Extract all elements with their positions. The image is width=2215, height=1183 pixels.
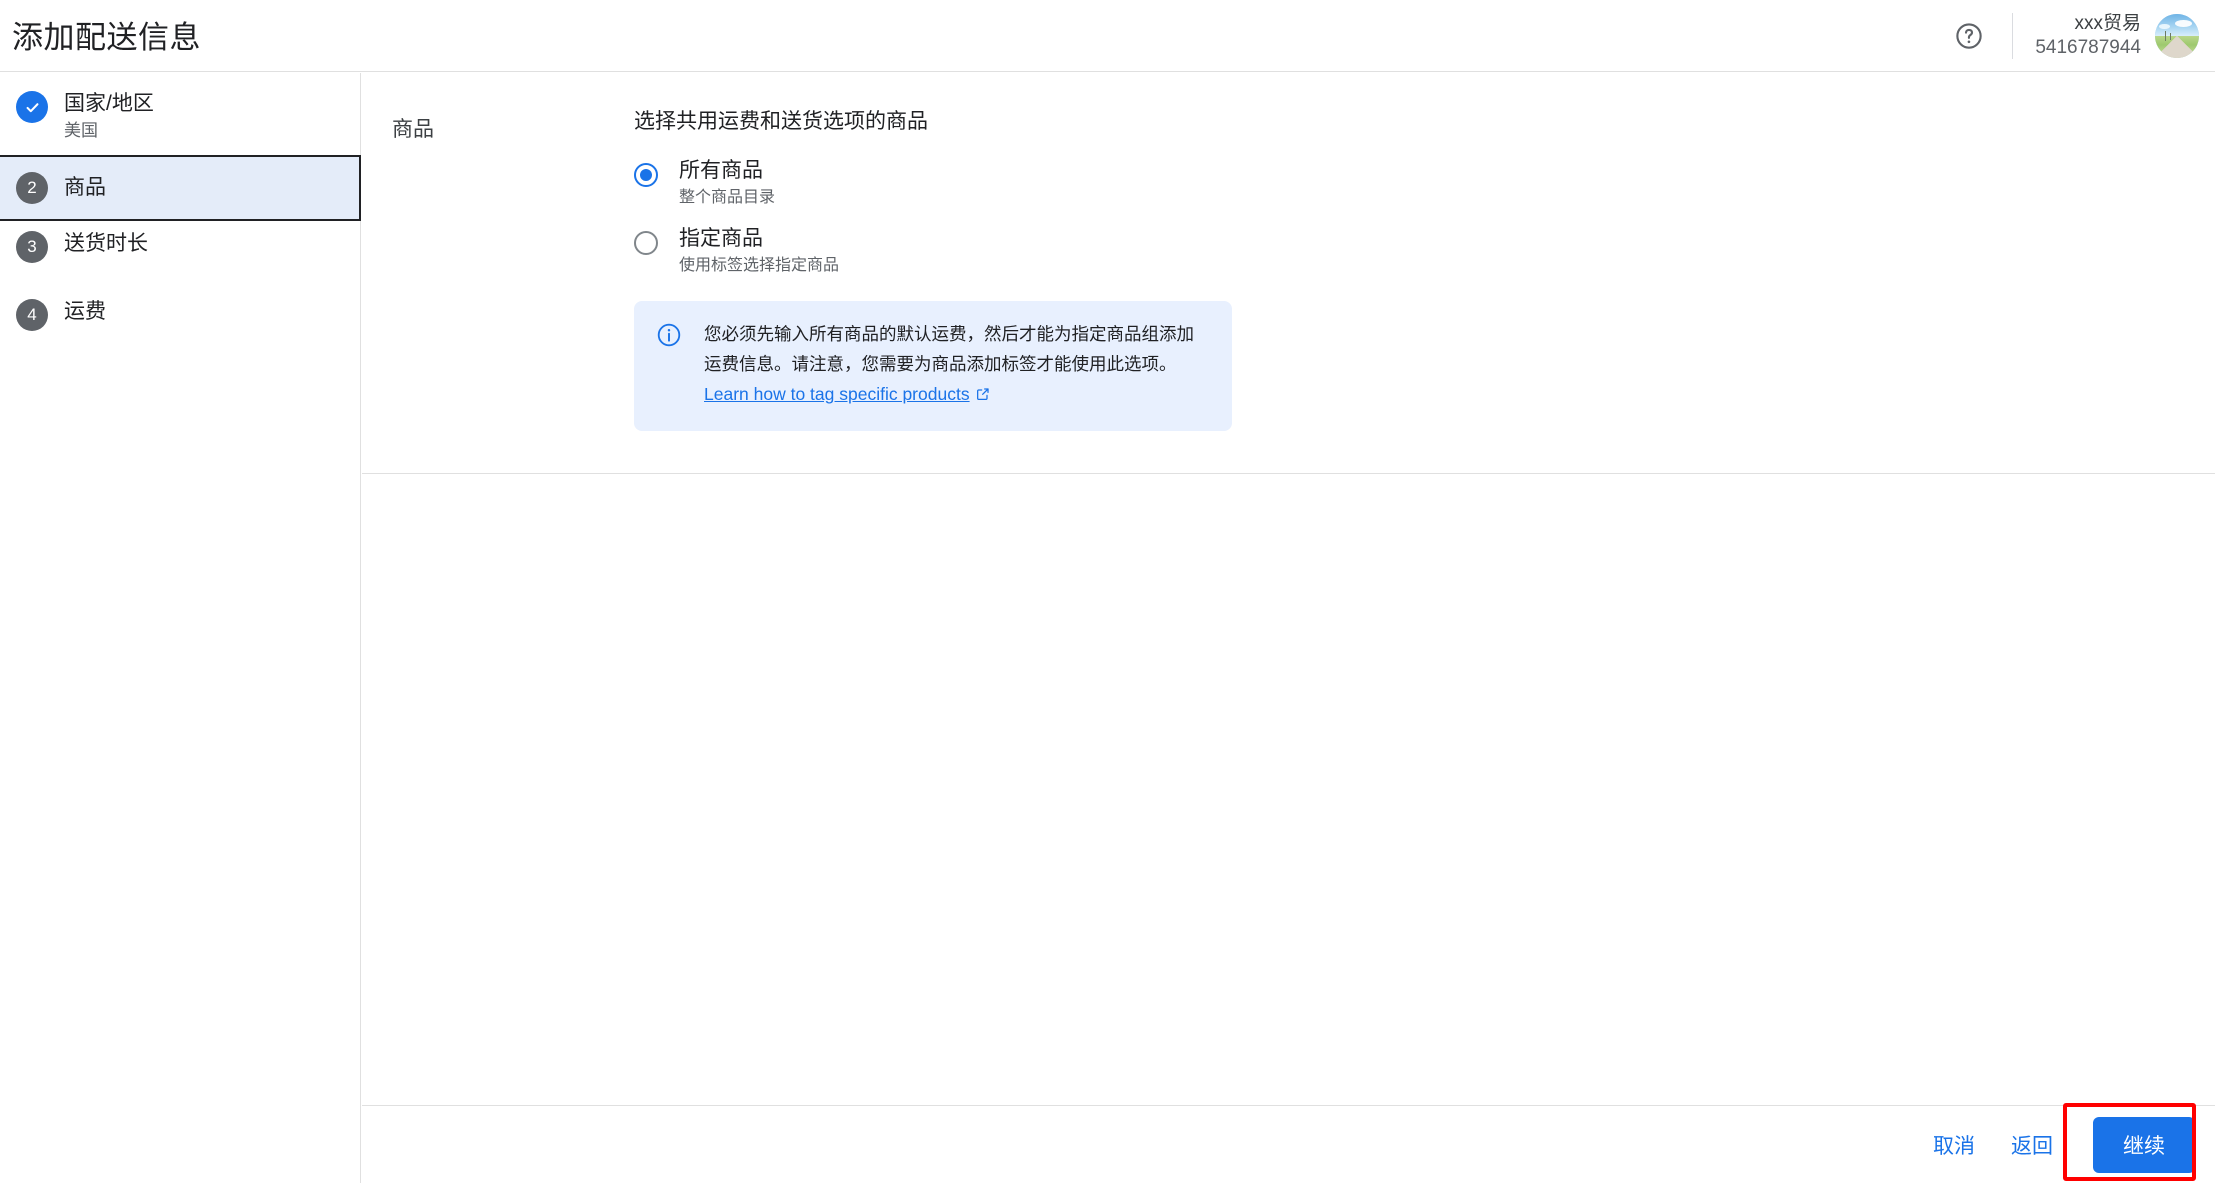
info-banner: 您必须先输入所有商品的默认运费，然后才能为指定商品组添加运费信息。请注意，您需要… [634, 301, 1232, 431]
avatar-pole [2169, 33, 2171, 40]
account-info[interactable]: xxx贸易 5416787944 [2035, 12, 2141, 60]
sidebar-step-shipping-rate[interactable]: 4 运费 [0, 295, 360, 363]
main-content: 商品 选择共用运费和送货选项的商品 所有商品 整个商品目录 指定商品 使用标签选… [362, 73, 2215, 1073]
sidebar-step-delivery-time-text: 送货时长 [64, 227, 148, 258]
learn-how-to-tag-link[interactable]: Learn how to tag specific products [704, 384, 970, 404]
sidebar-step-country-sub: 美国 [64, 121, 98, 140]
sidebar-step-country-label: 国家/地区 [64, 92, 154, 115]
radio-option-all-products[interactable]: 所有商品 整个商品目录 [634, 157, 1514, 209]
header-right-cluster: xxx贸易 5416787944 [1952, 0, 2199, 71]
step-number-badge: 2 [16, 172, 48, 204]
avatar-road [2155, 35, 2199, 58]
info-banner-text: 您必须先输入所有商品的默认运费，然后才能为指定商品组添加运费信息。请注意，您需要… [704, 319, 1210, 411]
header-divider [2012, 12, 2014, 59]
avatar-cloud-icon [2175, 19, 2192, 27]
shipping-setup-page: 添加配送信息 xxx贸易 5416787944 国家/地区 美国 2 商品 3 … [0, 0, 2215, 1183]
sidebar-step-country[interactable]: 国家/地区 美国 [0, 87, 360, 155]
help-circle-icon[interactable] [1952, 19, 1986, 53]
radio-all-products-input[interactable] [634, 163, 658, 187]
footer-action-bar: 取消 返回 继续 [362, 1105, 2215, 1183]
avatar[interactable] [2155, 13, 2199, 58]
sidebar-step-products-text: 商品 [64, 174, 106, 202]
sidebar-step-products[interactable]: 2 商品 [0, 155, 361, 221]
step-number-badge: 3 [16, 231, 48, 263]
continue-button[interactable]: 继续 [2093, 1116, 2195, 1173]
info-circle-icon [656, 322, 682, 353]
sidebar-step-delivery-time[interactable]: 3 送货时长 [0, 227, 360, 295]
avatar-cloud-icon [2158, 24, 2170, 29]
external-link-icon[interactable] [975, 381, 991, 411]
radio-all-products-label: 所有商品 [679, 159, 763, 182]
page-title: 添加配送信息 [12, 20, 201, 55]
cancel-button[interactable]: 取消 [1915, 1120, 1993, 1170]
back-button[interactable]: 返回 [1993, 1120, 2071, 1170]
step-sidebar: 国家/地区 美国 2 商品 3 送货时长 4 运费 [0, 73, 361, 1183]
sidebar-step-country-text: 国家/地区 美国 [64, 87, 154, 143]
avatar-pole [2164, 31, 2166, 41]
radio-specific-products-input[interactable] [634, 231, 658, 255]
radio-all-products-sub: 整个商品目录 [679, 189, 776, 206]
products-section: 商品 选择共用运费和送货选项的商品 所有商品 整个商品目录 指定商品 使用标签选… [362, 73, 2215, 474]
radio-all-products-text: 所有商品 整个商品目录 [679, 157, 775, 209]
account-id: 5416787944 [2035, 36, 2141, 58]
section-label: 商品 [392, 118, 434, 141]
app-header: 添加配送信息 xxx贸易 5416787944 [0, 0, 2215, 72]
radio-specific-products-label: 指定商品 [679, 227, 763, 250]
sidebar-step-shipping-rate-text: 运费 [64, 295, 106, 326]
radio-option-specific-products[interactable]: 指定商品 使用标签选择指定商品 [634, 225, 1514, 277]
sidebar-step-delivery-time-label: 送货时长 [64, 232, 148, 255]
radio-specific-products-sub: 使用标签选择指定商品 [679, 257, 840, 274]
sidebar-step-shipping-rate-label: 运费 [64, 300, 106, 323]
step-number-badge: 4 [16, 299, 48, 331]
info-banner-message: 您必须先输入所有商品的默认运费，然后才能为指定商品组添加运费信息。请注意，您需要… [704, 324, 1194, 374]
check-icon [16, 91, 48, 123]
section-heading: 选择共用运费和送货选项的商品 [634, 110, 928, 133]
account-name: xxx贸易 [2074, 12, 2141, 34]
section-body: 选择共用运费和送货选项的商品 所有商品 整个商品目录 指定商品 使用标签选择指定… [634, 105, 1514, 431]
radio-specific-products-text: 指定商品 使用标签选择指定商品 [679, 225, 839, 277]
sidebar-step-products-label: 商品 [64, 176, 106, 199]
